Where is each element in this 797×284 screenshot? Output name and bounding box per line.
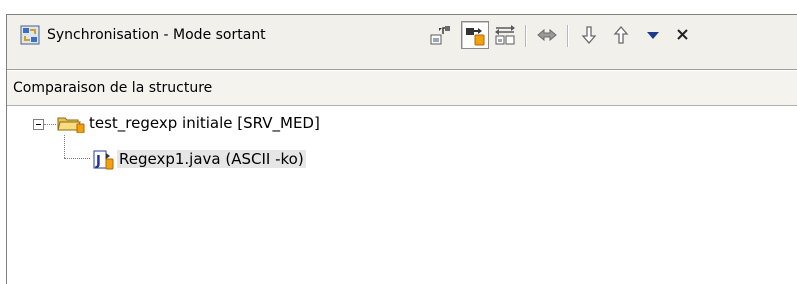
structure-compare-header: Comparaison de la structure <box>7 71 797 106</box>
tree-connector <box>64 158 90 159</box>
close-button[interactable] <box>669 21 697 49</box>
toolbar-separator <box>525 25 527 47</box>
conflicts-mode-icon <box>537 28 557 42</box>
svg-text:J: J <box>95 154 101 169</box>
next-difference-button[interactable] <box>575 21 603 49</box>
incoming-outgoing-mode-button[interactable] <box>491 21 519 49</box>
previous-difference-icon <box>613 26 629 44</box>
next-difference-icon <box>581 26 597 44</box>
view-menu-icon <box>647 32 659 39</box>
outgoing-mode-button[interactable] <box>461 21 489 49</box>
view-title-bar: Synchronisation - Mode sortant <box>7 15 797 70</box>
incoming-mode-button[interactable] <box>427 21 455 49</box>
tree-connector <box>44 124 56 125</box>
sync-tree[interactable]: test_regexp initiale [SRV_MED] J Regexp1… <box>7 107 797 284</box>
incoming-outgoing-mode-icon <box>495 25 515 45</box>
view-title: Synchronisation - Mode sortant <box>47 27 266 43</box>
structure-compare-title: Comparaison de la structure <box>13 80 213 96</box>
previous-difference-button[interactable] <box>607 21 635 49</box>
conflicts-mode-button[interactable] <box>533 21 561 49</box>
tree-item-project[interactable]: test_regexp initiale [SRV_MED] <box>89 114 320 132</box>
tree-connector <box>64 135 65 158</box>
close-icon <box>677 29 688 40</box>
outgoing-mode-icon <box>466 28 485 46</box>
view-menu-button[interactable] <box>639 21 667 49</box>
synchronize-view-icon <box>20 25 40 45</box>
incoming-mode-icon <box>430 26 450 45</box>
synchronize-view: Synchronisation - Mode sortant Comparais… <box>6 14 797 284</box>
collapse-toggle[interactable] <box>33 119 44 130</box>
tree-item-file[interactable]: Regexp1.java (ASCII -ko) <box>117 150 306 168</box>
toolbar-separator <box>567 25 569 47</box>
java-file-outgoing-icon: J <box>93 150 114 170</box>
project-folder-outgoing-icon <box>57 117 85 133</box>
